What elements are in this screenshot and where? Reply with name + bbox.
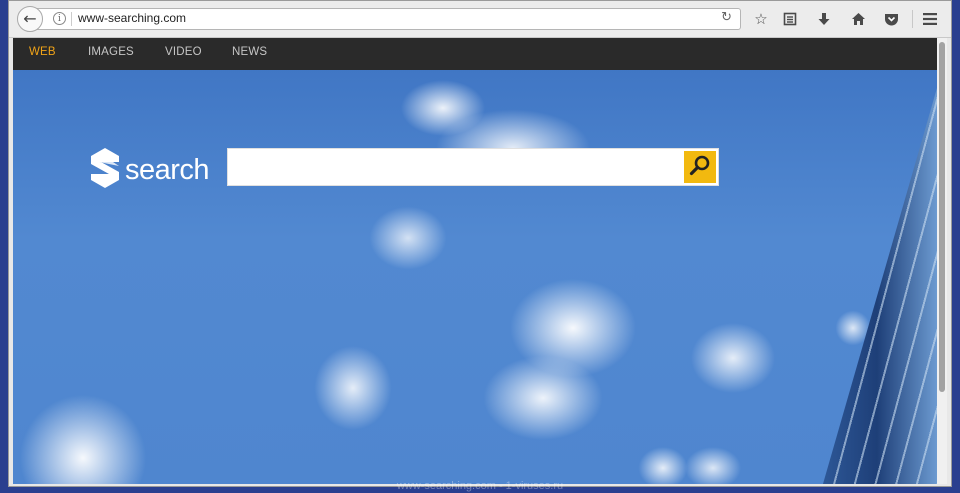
home-icon[interactable]	[847, 8, 869, 30]
reading-list-icon[interactable]	[779, 8, 801, 30]
download-icon[interactable]	[813, 8, 835, 30]
search-button[interactable]	[684, 151, 716, 183]
nav-video[interactable]: VIDEO	[165, 46, 202, 58]
logo-icon	[89, 147, 121, 193]
pocket-icon[interactable]	[880, 8, 902, 30]
search-box[interactable]	[227, 148, 719, 186]
site-logo[interactable]: search	[89, 147, 210, 193]
info-icon[interactable]: i	[53, 12, 66, 25]
url-bar[interactable]: i www-searching.com ↻	[33, 8, 741, 30]
toolbar-divider	[912, 10, 913, 28]
page-viewport: WEB IMAGES VIDEO NEWS search	[13, 38, 937, 484]
back-button[interactable]: ←	[17, 6, 43, 32]
nav-images[interactable]: IMAGES	[88, 46, 134, 58]
top-navbar: WEB IMAGES VIDEO NEWS	[13, 38, 937, 70]
reload-icon[interactable]: ↻	[721, 10, 732, 25]
magnifier-icon	[689, 154, 711, 180]
url-divider	[71, 12, 72, 26]
star-icon[interactable]: ☆	[750, 8, 772, 30]
url-text[interactable]: www-searching.com	[78, 11, 186, 25]
page-scrollbar[interactable]	[937, 38, 947, 484]
logo-text: search	[125, 153, 210, 186]
sky-background	[13, 38, 937, 484]
arrow-left-icon: ←	[23, 9, 37, 28]
search-input[interactable]	[234, 149, 690, 185]
nav-web[interactable]: WEB	[29, 46, 56, 58]
scrollbar-thumb[interactable]	[939, 42, 945, 392]
watermark: www-searching.com - 1-viruses.ru	[396, 480, 564, 492]
nav-news[interactable]: NEWS	[232, 46, 267, 58]
menu-icon[interactable]	[919, 8, 941, 30]
browser-toolbar: ← i www-searching.com ↻ ☆	[9, 1, 951, 38]
browser-window: ← i www-searching.com ↻ ☆ WEB IMAGES VID…	[8, 0, 952, 487]
